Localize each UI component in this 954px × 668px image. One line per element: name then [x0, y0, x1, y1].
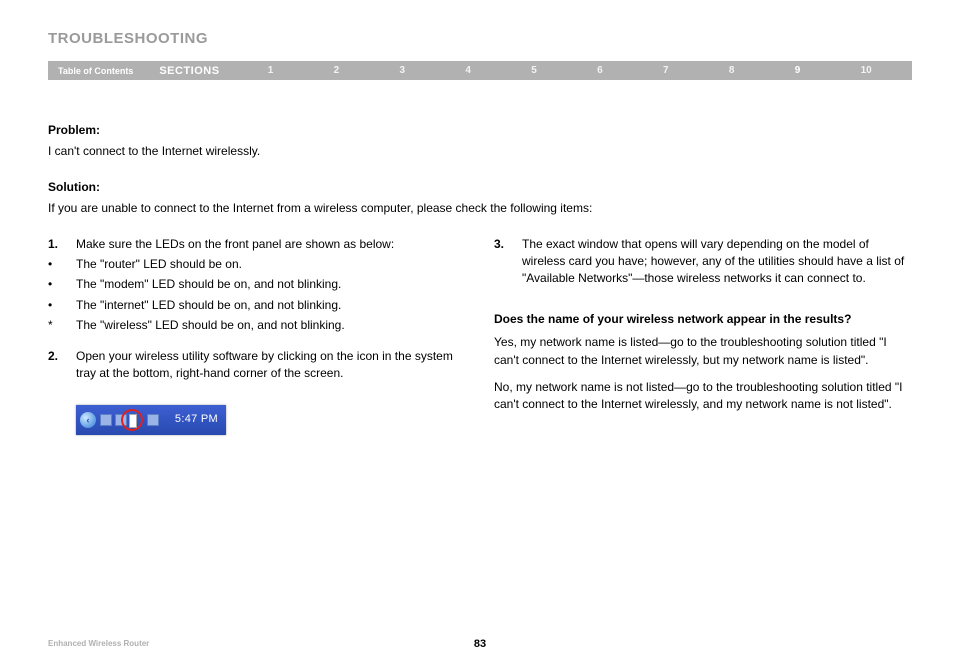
tray-clock: 5:47 PM: [175, 412, 218, 428]
bullet-row: • The "modem" LED should be on, and not …: [48, 276, 466, 293]
page-title: TROUBLESHOOTING: [48, 30, 912, 47]
solution-label: Solution:: [48, 179, 912, 196]
right-column: 3. The exact window that opens will vary…: [494, 236, 912, 436]
problem-text: I can't connect to the Internet wireless…: [48, 143, 912, 160]
result-no-text: No, my network name is not listed—go to …: [494, 379, 912, 414]
page-footer: Enhanced Wireless Router 83: [48, 639, 912, 648]
left-column: 1. Make sure the LEDs on the front panel…: [48, 236, 466, 436]
bullet-marker: *: [48, 317, 76, 334]
system-tray-image: ‹ 5:47 PM: [76, 405, 226, 435]
step-2: 2. Open your wireless utility software b…: [48, 348, 466, 383]
step-1: 1. Make sure the LEDs on the front panel…: [48, 236, 466, 253]
bullet-marker: •: [48, 256, 76, 273]
step-2-marker: 2.: [48, 348, 76, 383]
step-1-text: Make sure the LEDs on the front panel ar…: [76, 236, 466, 253]
sections-label: SECTIONS: [141, 65, 237, 77]
tray-expand-icon: ‹: [80, 412, 96, 428]
section-navbar: Table of Contents SECTIONS 1 2 3 4 5 6 7…: [48, 61, 912, 80]
step-3: 3. The exact window that opens will vary…: [494, 236, 912, 288]
results-subhead: Does the name of your wireless network a…: [494, 311, 912, 328]
bullet-row: • The "router" LED should be on.: [48, 256, 466, 273]
section-link-7[interactable]: 7: [663, 65, 669, 76]
step-1-marker: 1.: [48, 236, 76, 253]
solution-intro: If you are unable to connect to the Inte…: [48, 200, 912, 217]
tray-icon: [100, 414, 112, 426]
section-link-8[interactable]: 8: [729, 65, 735, 76]
tray-highlight-circle: [121, 409, 143, 431]
bullet-marker: •: [48, 276, 76, 293]
page-number: 83: [48, 638, 912, 650]
section-link-3[interactable]: 3: [399, 65, 405, 76]
result-yes-text: Yes, my network name is listed—go to the…: [494, 334, 912, 369]
step-3-marker: 3.: [494, 236, 522, 288]
bullet-text: The "modem" LED should be on, and not bl…: [76, 276, 466, 293]
bullet-marker: •: [48, 297, 76, 314]
section-link-10[interactable]: 10: [861, 65, 872, 76]
section-link-9[interactable]: 9: [795, 65, 801, 76]
toc-link[interactable]: Table of Contents: [48, 66, 141, 76]
step-2-text: Open your wireless utility software by c…: [76, 348, 466, 383]
section-link-5[interactable]: 5: [531, 65, 537, 76]
bullet-text: The "internet" LED should be on, and not…: [76, 297, 466, 314]
section-link-2[interactable]: 2: [334, 65, 340, 76]
problem-label: Problem:: [48, 122, 912, 139]
step-3-text: The exact window that opens will vary de…: [522, 236, 912, 288]
section-numbers: 1 2 3 4 5 6 7 8 9 10: [238, 65, 912, 76]
section-link-6[interactable]: 6: [597, 65, 603, 76]
bullet-row: * The "wireless" LED should be on, and n…: [48, 317, 466, 334]
bullet-row: • The "internet" LED should be on, and n…: [48, 297, 466, 314]
tray-icon: [147, 414, 159, 426]
bullet-text: The "wireless" LED should be on, and not…: [76, 317, 466, 334]
section-link-1[interactable]: 1: [268, 65, 274, 76]
content-area: Problem: I can't connect to the Internet…: [48, 80, 912, 435]
section-link-4[interactable]: 4: [465, 65, 471, 76]
bullet-text: The "router" LED should be on.: [76, 256, 466, 273]
